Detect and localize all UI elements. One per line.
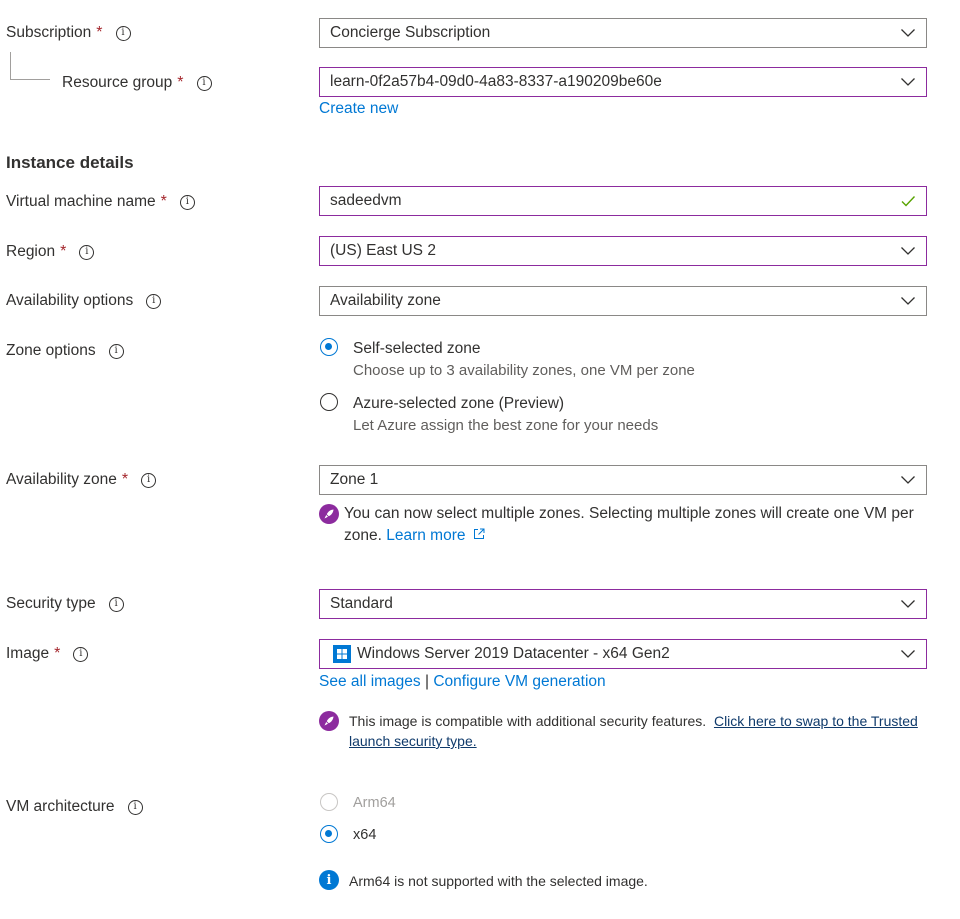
required-asterisk: * <box>60 243 67 260</box>
configure-vm-generation-link[interactable]: Configure VM generation <box>433 673 605 690</box>
rocket-icon <box>319 711 339 731</box>
self-selected-zone-description: Choose up to 3 availability zones, one V… <box>353 362 695 379</box>
multiple-zones-notice: You can now select multiple zones. Selec… <box>344 505 914 544</box>
tree-connector-vertical <box>10 52 11 79</box>
availability-zone-label: Availability zone * i <box>6 465 157 495</box>
image-security-notice: This image is compatible with additional… <box>349 713 918 749</box>
see-all-images-link[interactable]: See all images <box>319 673 421 690</box>
self-selected-zone-label[interactable]: Self-selected zone <box>353 340 481 358</box>
checkmark-icon <box>901 196 916 207</box>
chevron-down-icon <box>901 297 915 305</box>
azure-selected-zone-radio[interactable] <box>320 393 338 411</box>
security-type-label: Security type i <box>6 589 124 619</box>
info-filled-icon: i <box>319 870 339 890</box>
resource-group-dropdown[interactable]: learn-0f2a57b4-09d0-4a83-8337-a190209be6… <box>319 67 927 97</box>
vm-name-input[interactable]: sadeedvm <box>319 186 927 216</box>
chevron-down-icon <box>901 650 915 658</box>
arm64-unsupported-info: Arm64 is not supported with the selected… <box>349 873 648 889</box>
arm64-radio[interactable] <box>320 793 338 811</box>
azure-selected-zone-label[interactable]: Azure-selected zone (Preview) <box>353 395 564 413</box>
required-asterisk: * <box>96 24 103 41</box>
region-dropdown[interactable]: (US) East US 2 <box>319 236 927 266</box>
arm64-label: Arm64 <box>353 795 396 811</box>
subscription-dropdown[interactable]: Concierge Subscription <box>319 18 927 48</box>
info-icon[interactable]: i <box>108 596 124 612</box>
section-heading: Instance details <box>6 153 134 172</box>
info-icon[interactable]: i <box>73 646 89 662</box>
vm-name-label: Virtual machine name * i <box>6 187 195 217</box>
info-icon[interactable]: i <box>108 343 124 359</box>
chevron-down-icon <box>901 247 915 255</box>
image-label: Image * i <box>6 639 89 669</box>
create-new-link[interactable]: Create new <box>319 100 398 118</box>
azure-selected-zone-description: Let Azure assign the best zone for your … <box>353 417 659 434</box>
required-asterisk: * <box>177 74 184 91</box>
chevron-down-icon <box>901 78 915 86</box>
chevron-down-icon <box>901 29 915 37</box>
image-links: See all images | Configure VM generation <box>319 673 606 691</box>
availability-options-dropdown[interactable]: Availability zone <box>319 286 927 316</box>
security-type-dropdown[interactable]: Standard <box>319 589 927 619</box>
info-icon[interactable]: i <box>179 194 195 210</box>
chevron-down-icon <box>901 600 915 608</box>
availability-zone-dropdown[interactable]: Zone 1 <box>319 465 927 495</box>
info-icon[interactable]: i <box>127 799 143 815</box>
x64-radio[interactable] <box>320 825 338 843</box>
link-separator: | <box>424 673 430 690</box>
info-icon[interactable]: i <box>196 75 212 91</box>
info-icon[interactable]: i <box>115 25 131 41</box>
windows-icon <box>333 645 351 663</box>
self-selected-zone-radio[interactable] <box>320 338 338 356</box>
info-icon[interactable]: i <box>79 244 95 260</box>
required-asterisk: * <box>160 193 167 210</box>
region-label: Region * i <box>6 237 95 267</box>
required-asterisk: * <box>54 645 61 662</box>
vm-architecture-label: VM architecture i <box>6 792 143 822</box>
availability-options-label: Availability options i <box>6 286 162 316</box>
tree-connector-horizontal <box>10 79 50 80</box>
external-link-icon <box>473 528 485 539</box>
learn-more-link[interactable]: Learn more <box>386 527 485 544</box>
chevron-down-icon <box>901 476 915 484</box>
x64-label[interactable]: x64 <box>353 827 376 843</box>
resource-group-label: Resource group * i <box>62 68 212 98</box>
info-icon[interactable]: i <box>146 293 162 309</box>
info-icon[interactable]: i <box>141 472 157 488</box>
image-dropdown[interactable]: Windows Server 2019 Datacenter - x64 Gen… <box>319 639 927 669</box>
required-asterisk: * <box>121 471 129 488</box>
rocket-icon <box>319 504 339 524</box>
zone-options-label: Zone options i <box>6 336 124 366</box>
subscription-label: Subscription * i <box>6 18 131 48</box>
